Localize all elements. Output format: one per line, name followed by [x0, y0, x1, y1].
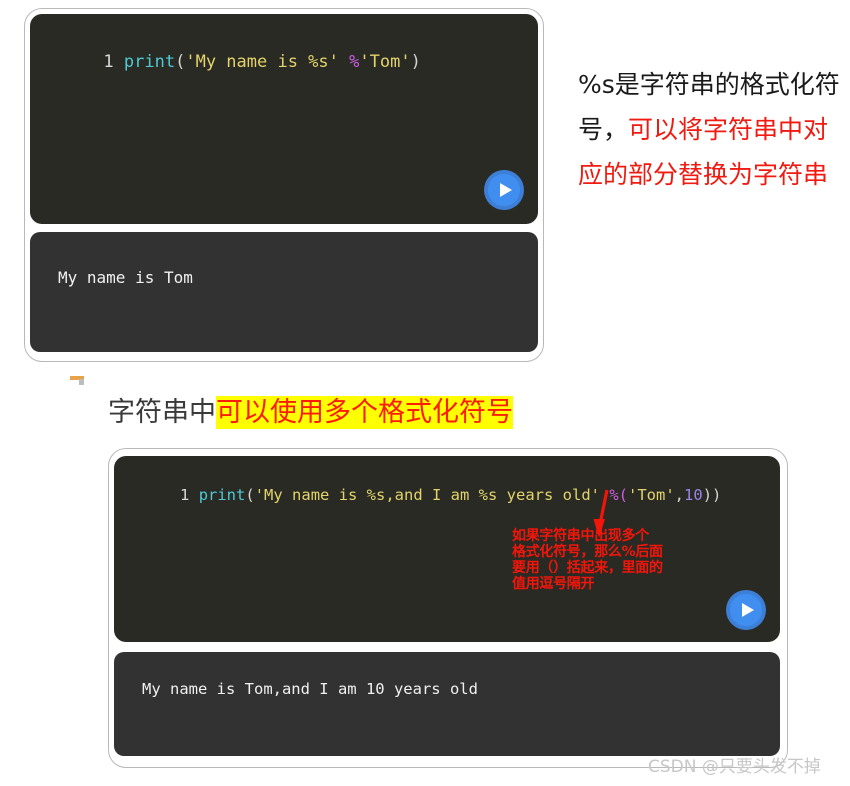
output-panel-2: My name is Tom,and I am 10 years old — [114, 652, 780, 756]
token-function: print — [198, 486, 246, 504]
token-paren-close: ) — [410, 52, 421, 72]
token-string-value: 'Tom' — [628, 486, 675, 504]
run-button-2[interactable] — [726, 590, 766, 630]
output-text-2: My name is Tom,and I am 10 years old — [142, 680, 478, 698]
run-button-inner — [488, 174, 520, 206]
watermark: CSDN @只要头发不掉 — [648, 757, 821, 777]
line-number: 1 — [103, 52, 114, 72]
token-string-format: 'My name is %s' — [185, 52, 339, 72]
code-annotation-2: 如果字符串中出现多个 格式化符号，那么%后面 要用（）括起来，里面的 值用逗号隔… — [512, 528, 663, 592]
page-canvas: 1 print('My name is %s' %'Tom') My name … — [0, 0, 850, 786]
token-string-value: 'Tom' — [359, 52, 411, 72]
section-heading: 字符串中可以使用多个格式化符号 — [108, 390, 513, 429]
token-string-format: 'My name is %s,and I am %s years old' — [254, 486, 600, 504]
play-icon — [499, 183, 512, 197]
section-heading-plain: 字符串中 — [108, 397, 216, 428]
cursor-artifact-icon — [70, 376, 84, 385]
run-button-inner — [730, 594, 762, 626]
play-icon — [741, 603, 754, 617]
code-editor-1[interactable]: 1 print('My name is %s' %'Tom') — [30, 14, 538, 224]
token-paren-open: ( — [245, 486, 255, 504]
token-function: print — [123, 52, 176, 72]
side-annotation: %s是字符串的格式化符号，可以将字符串中对应的部分替换为字符串 — [578, 62, 848, 197]
output-text-1: My name is Tom — [58, 268, 193, 287]
token-comma: , — [674, 486, 685, 504]
token-paren-close: )) — [702, 486, 722, 504]
code-editor-2[interactable]: 1 print('My name is %s,and I am %s years… — [114, 456, 780, 642]
line-number: 1 — [180, 486, 190, 504]
code-line-1: 1 print('My name is %s' %'Tom') — [42, 32, 421, 92]
run-button-1[interactable] — [484, 170, 524, 210]
token-paren-open: ( — [175, 52, 186, 72]
token-number: 10 — [684, 486, 703, 504]
output-panel-1: My name is Tom — [30, 232, 538, 352]
token-percent-operator: % — [349, 52, 360, 72]
section-heading-highlight: 可以使用多个格式化符号 — [216, 396, 513, 429]
code-line-2: 1 print('My name is %s,and I am %s years… — [124, 468, 721, 522]
